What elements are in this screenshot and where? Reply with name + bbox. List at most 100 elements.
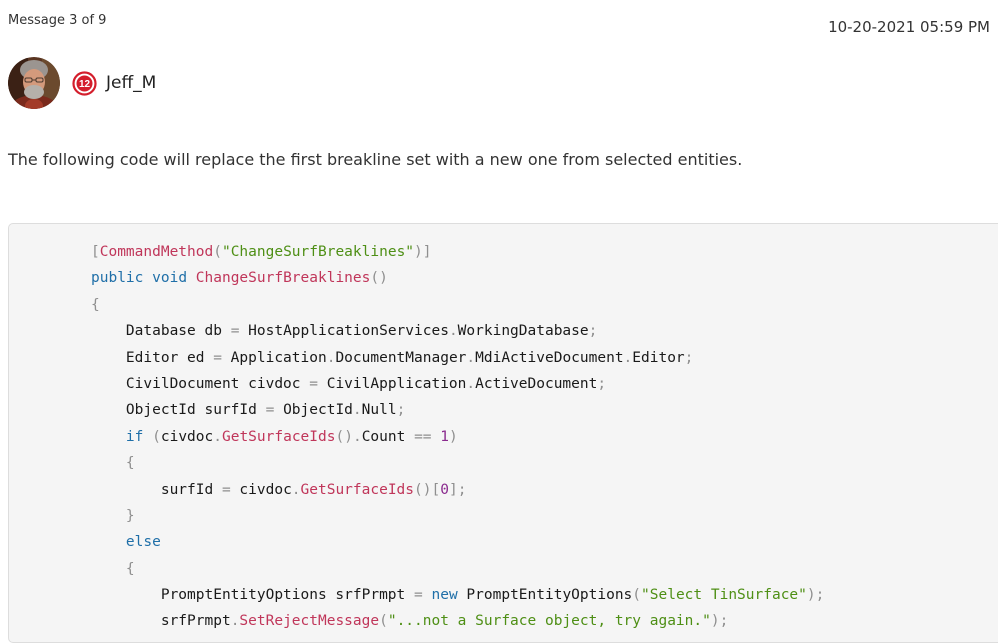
- code-token: =: [221, 481, 231, 498]
- code-token: Editor: [632, 349, 685, 366]
- rank-badge-icon: 12: [72, 70, 97, 96]
- code-token: .: [213, 428, 222, 445]
- code-token: civdoc: [230, 481, 292, 498]
- code-token: =: [213, 349, 222, 366]
- code-token: WorkingDatabase: [457, 323, 589, 340]
- code-token: new: [431, 587, 458, 604]
- code-token: GetSurfaceIds: [221, 428, 336, 445]
- code-token: ];: [448, 481, 467, 498]
- code-line: public void ChangeSurfBreaklines(): [91, 265, 824, 291]
- code-line: else: [91, 529, 824, 555]
- code-line: Editor ed = Application.DocumentManager.…: [91, 345, 824, 371]
- code-token: CommandMethod: [99, 244, 214, 260]
- code-line: {: [91, 556, 824, 582]
- code-token: 1: [440, 428, 450, 445]
- code-line: PromptEntityOptions srfPrmpt = new Promp…: [91, 582, 825, 608]
- code-token: else: [125, 534, 161, 551]
- code-token: .: [466, 375, 476, 392]
- code-content: [CommandMethod("ChangeSurfBreaklines")] p…: [91, 239, 824, 635]
- code-token: surfId: [91, 481, 222, 498]
- code-token: "ChangeSurfBreaklines": [221, 244, 415, 260]
- code-token: DocumentManager: [335, 349, 467, 366]
- code-token: ActiveDocument: [475, 375, 598, 392]
- code-line: CivilDocument civdoc = CivilApplication.…: [91, 371, 824, 397]
- code-token: "...not a Surface object, try again.": [387, 613, 711, 630]
- code-token: ==: [414, 428, 432, 445]
- code-token: .: [466, 349, 476, 366]
- code-token: srfPrmpt: [91, 613, 231, 630]
- code-token: (: [213, 244, 222, 260]
- code-token: (: [379, 613, 388, 630]
- code-line: {: [91, 292, 824, 318]
- code-token: 0: [440, 481, 449, 498]
- code-token: ): [449, 428, 458, 445]
- message-counter: Message 3 of 9: [8, 13, 107, 28]
- code-token: ()[: [414, 481, 441, 498]
- code-token: =: [414, 587, 423, 604]
- code-line: if (civdoc.GetSurfaceIds().Count == 1): [91, 424, 824, 450]
- code-token: {: [125, 560, 135, 577]
- code-token: Application: [221, 349, 327, 366]
- code-token: public: [91, 270, 144, 287]
- avatar[interactable]: [8, 57, 60, 109]
- code-line: {: [91, 450, 824, 476]
- code-token: [: [91, 244, 100, 260]
- code-token: );: [710, 613, 729, 630]
- code-token: (): [370, 270, 388, 287]
- code-token: )]: [414, 244, 432, 260]
- code-token: ObjectId surfId: [91, 402, 266, 419]
- code-token: PromptEntityOptions srfPrmpt: [91, 587, 415, 604]
- code-line: surfId = civdoc.GetSurfaceIds()[0];: [91, 477, 824, 503]
- code-token: .: [448, 323, 458, 340]
- message-timestamp: 10-20-2021 05:59 PM: [828, 18, 990, 36]
- code-line: ObjectId surfId = ObjectId.Null;: [91, 397, 824, 423]
- code-token: civdoc: [160, 428, 214, 445]
- code-token: Null: [361, 402, 397, 419]
- author-name[interactable]: Jeff_M: [106, 73, 156, 93]
- code-token: Editor ed: [91, 349, 214, 366]
- code-token: {: [91, 296, 100, 313]
- code-token: if: [125, 428, 144, 445]
- code-token: "Select TinSurface": [641, 587, 807, 604]
- code-token: ;: [396, 402, 406, 419]
- code-token: ;: [684, 349, 694, 366]
- author-row: 12 Jeff_M: [8, 57, 156, 109]
- code-token: MdiActiveDocument: [475, 349, 624, 366]
- code-token: ChangeSurfBreaklines: [195, 270, 371, 287]
- code-token: Database db: [91, 323, 231, 340]
- code-token: (: [152, 428, 161, 445]
- code-token: }: [125, 507, 135, 524]
- code-token: =: [309, 375, 318, 392]
- code-token: .: [623, 349, 633, 366]
- code-token: void: [152, 270, 188, 287]
- code-token: );: [806, 587, 825, 604]
- code-line: Database db = HostApplicationServices.Wo…: [91, 318, 824, 344]
- code-token: Count: [361, 428, 415, 445]
- code-token: PromptEntityOptions: [457, 587, 633, 604]
- code-token: ObjectId: [274, 402, 353, 419]
- code-token: .: [291, 481, 301, 498]
- code-line: }: [91, 503, 824, 529]
- code-token: SetRejectMessage: [239, 613, 380, 630]
- code-token: CivilDocument civdoc: [91, 375, 310, 392]
- post-body: The following code will replace the firs…: [8, 150, 743, 169]
- code-block: [CommandMethod("ChangeSurfBreaklines")] p…: [8, 223, 998, 643]
- svg-text:12: 12: [79, 79, 91, 90]
- code-token: GetSurfaceIds: [300, 481, 415, 498]
- code-token: (: [632, 587, 642, 604]
- code-line: [CommandMethod("ChangeSurfBreaklines")]: [91, 239, 824, 265]
- code-token: {: [125, 455, 135, 472]
- code-token: ;: [597, 375, 607, 392]
- code-token: CivilApplication: [317, 375, 467, 392]
- code-token: ().: [335, 428, 362, 445]
- code-line: srfPrmpt.SetRejectMessage("...not a Surf…: [91, 608, 824, 634]
